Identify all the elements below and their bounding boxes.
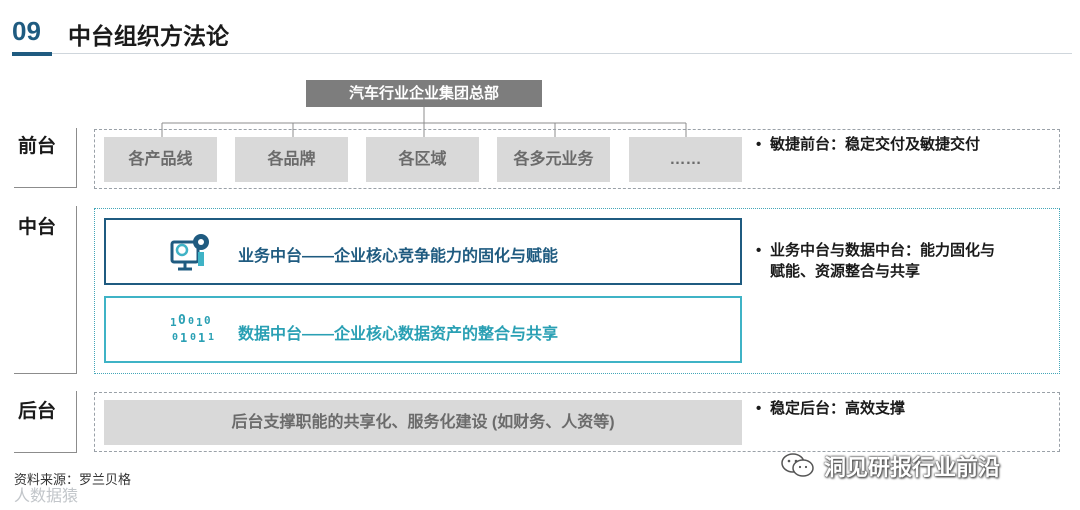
- data-middle-box: 1 0 0 1 0 0 1 0 1 1 数据中台——企业核心数据资产的整合与共享: [104, 296, 742, 363]
- back-note: • 稳定后台：高效支撑: [756, 398, 1056, 419]
- front-item-diversified-business: 各多元业务: [497, 137, 610, 182]
- tier-bracket-middle: [14, 206, 77, 374]
- wechat-icon: [781, 453, 814, 477]
- wechat-account-name: 洞见研报行业前沿: [824, 455, 1001, 480]
- back-item: 后台支撑职能的共享化、服务化建设 (如财务、人资等): [104, 400, 742, 445]
- svg-text:1: 1: [180, 331, 187, 345]
- front-item-regions: 各区域: [366, 137, 479, 182]
- watermark: 人数据猿: [14, 488, 79, 505]
- front-note-text: 敏捷前台：稳定交付及敏捷交付: [770, 136, 981, 153]
- back-note-text: 稳定后台：高效支撑: [770, 400, 906, 417]
- front-item-brands: 各品牌: [235, 137, 348, 182]
- bullet-icon: •: [756, 400, 762, 417]
- front-item-product-lines: 各产品线: [104, 137, 217, 182]
- middle-note-line1: 业务中台与数据中台：能力固化与: [770, 242, 996, 259]
- svg-text:1: 1: [196, 316, 203, 329]
- business-middle-box: 业务中台——企业核心竞争能力的固化与赋能: [104, 218, 742, 285]
- svg-text:1: 1: [208, 332, 214, 343]
- front-note: • 敏捷前台：稳定交付及敏捷交付: [756, 134, 1056, 155]
- tier-bracket-back: [14, 391, 77, 453]
- svg-text:1: 1: [198, 331, 205, 345]
- svg-text:1: 1: [170, 316, 177, 329]
- front-item-more: ……: [629, 137, 742, 182]
- middle-note: • 业务中台与数据中台：能力固化与 赋能、资源整合与共享: [756, 240, 1056, 282]
- bullet-icon: •: [756, 242, 762, 259]
- svg-text:0: 0: [172, 332, 178, 343]
- bullet-icon: •: [756, 136, 762, 153]
- middle-note-line2: 赋能、资源整合与共享: [770, 263, 921, 280]
- data-middle-text: 数据中台——企业核心数据资产的整合与共享: [238, 326, 559, 343]
- svg-text:0: 0: [204, 314, 211, 327]
- business-middle-text: 业务中台——企业核心竞争能力的固化与赋能: [238, 248, 559, 265]
- binary-digits-icon: 1 0 0 1 0 0 1 0 1 1: [170, 313, 214, 345]
- gear-monitor-icon: [170, 234, 209, 271]
- tier-bracket-front: [14, 128, 77, 188]
- svg-text:0: 0: [178, 313, 186, 328]
- svg-text:0: 0: [188, 316, 194, 327]
- svg-text:0: 0: [190, 332, 196, 343]
